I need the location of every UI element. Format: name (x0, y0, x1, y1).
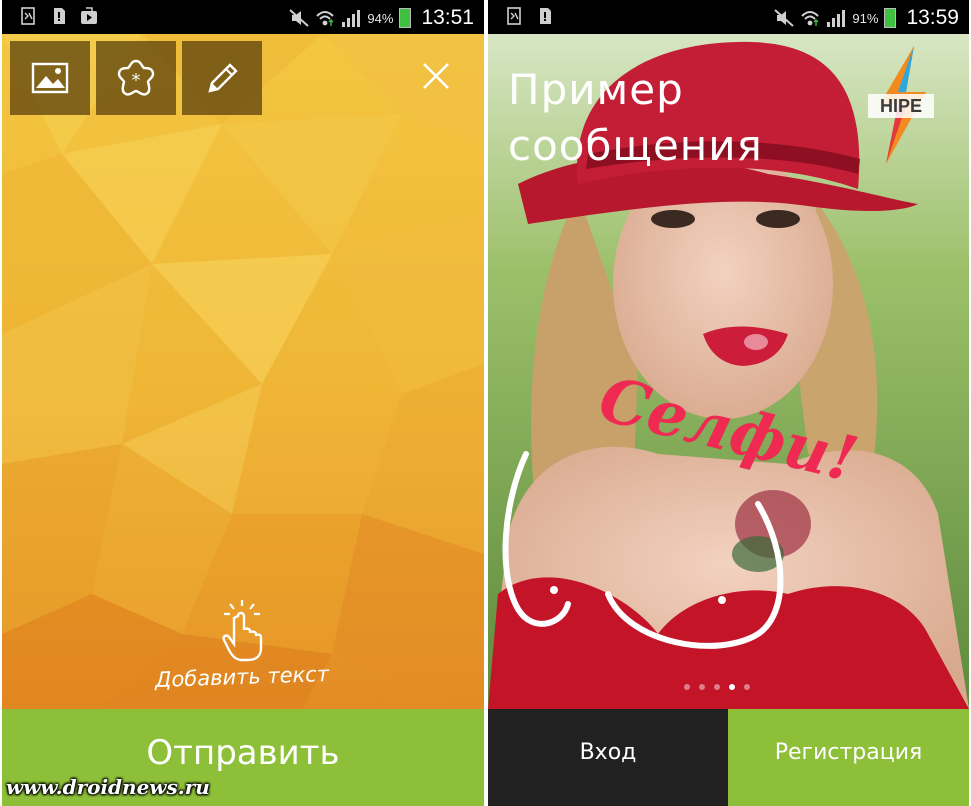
battery-icon (884, 8, 897, 28)
page-dot-active[interactable] (729, 684, 735, 690)
svg-text:*: * (132, 70, 141, 91)
hipe-logo: HIPE (868, 46, 934, 164)
status-bar: 94% 13:51 (2, 0, 484, 34)
clock: 13:59 (906, 6, 959, 29)
login-button[interactable]: Вход (488, 709, 728, 806)
add-image-button[interactable] (10, 41, 90, 115)
page-dot[interactable] (714, 684, 720, 690)
add-text-button[interactable]: Добавить текст (132, 598, 352, 694)
battery-icon (399, 8, 412, 28)
notification-icons (506, 7, 554, 25)
notification-icons (20, 7, 98, 25)
draw-button[interactable] (182, 41, 262, 115)
logo-text: HIPE (880, 96, 922, 116)
signal-icon (827, 10, 846, 27)
page-dot[interactable] (699, 684, 705, 690)
editor-toolbar: * (10, 41, 262, 115)
wifi-icon (801, 11, 820, 26)
battery-percent: 94% (367, 10, 394, 26)
page-dot[interactable] (684, 684, 690, 690)
image-icon (31, 62, 69, 94)
screenshot-icon (20, 7, 38, 25)
signal-icon (342, 10, 361, 27)
mute-icon (289, 9, 310, 27)
tap-hand-icon (222, 600, 263, 662)
sample-message-title: Пример сообщения (508, 62, 763, 174)
site-watermark: www.droidnews.ru (6, 775, 210, 799)
right-phone-screen: 91% 13:59 Пример сообщения Селфи! HIPE В… (488, 0, 969, 806)
sd-card-icon (50, 7, 68, 25)
left-phone-screen: 94% 13:51 * Добавить текст Отправить (2, 0, 484, 806)
screenshot-icon (506, 7, 524, 25)
title-line-2: сообщения (508, 121, 763, 170)
status-bar: 91% 13:59 (488, 0, 969, 34)
play-store-icon (80, 7, 98, 25)
wifi-icon (316, 11, 335, 26)
sticker-icon: * (117, 59, 155, 96)
add-sticker-button[interactable]: * (96, 41, 176, 115)
register-button[interactable]: Регистрация (728, 709, 969, 806)
title-line-1: Пример (508, 65, 684, 114)
page-dot[interactable] (744, 684, 750, 690)
page-indicator (684, 684, 750, 690)
sd-card-icon (536, 7, 554, 25)
pencil-icon (208, 63, 238, 93)
mute-icon (774, 9, 795, 27)
close-icon[interactable] (420, 60, 452, 92)
battery-percent: 91% (852, 10, 879, 26)
clock: 13:51 (421, 6, 474, 29)
add-text-label: Добавить текст (154, 661, 330, 693)
